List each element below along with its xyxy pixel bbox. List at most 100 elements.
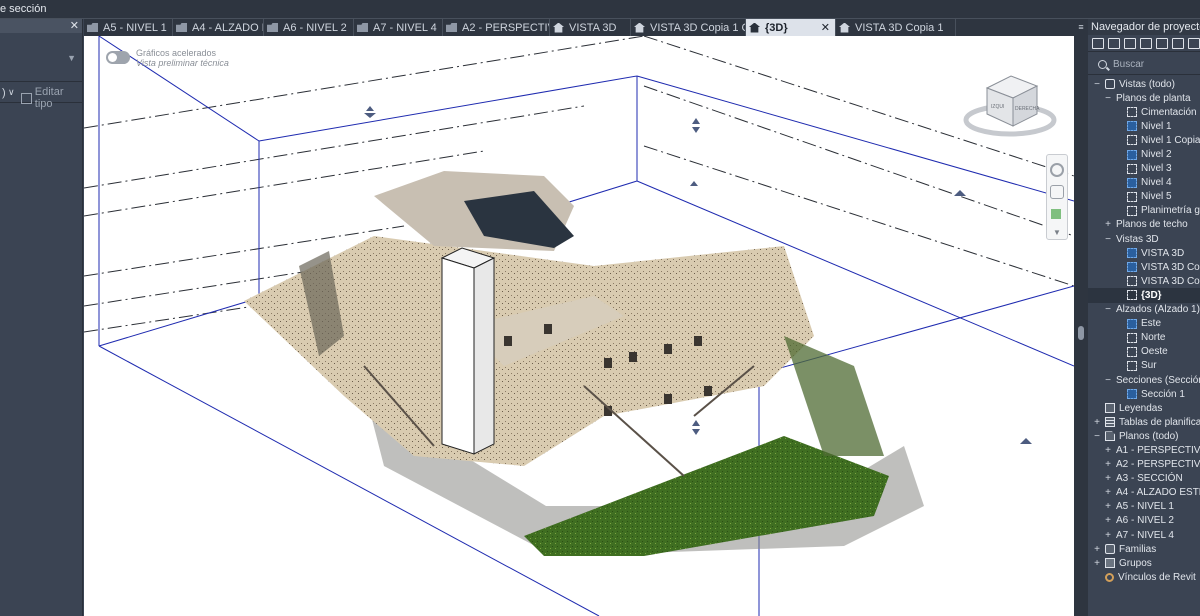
collapse-icon[interactable]: − [1104,375,1112,386]
collapse-icon[interactable]: − [1093,431,1101,442]
3d-viewport[interactable]: IZQUI DERECHA Gráficos acelerados Vista … [84,36,1074,616]
navigation-bar: ▼ [1046,154,1068,240]
tree-node[interactable]: Nivel 1 [1088,119,1200,133]
table-icon [1105,417,1115,428]
home-icon[interactable] [1092,37,1104,49]
tree-node[interactable]: + Grupos [1088,556,1200,570]
zoom-icon[interactable] [1051,209,1061,219]
tree-node[interactable]: + A5 - NIVEL 1 [1088,500,1200,514]
tree-node[interactable]: + A2 - PERSPECTIVA 2 [1088,458,1200,472]
pan-icon[interactable] [1050,185,1064,199]
tree-node[interactable]: VISTA 3D Copia [1088,260,1200,274]
tree-node[interactable]: + Familias [1088,542,1200,556]
tree-node[interactable]: + A3 - SECCIÓN [1088,472,1200,486]
tree-node[interactable]: Este [1088,317,1200,331]
3d-view-icon[interactable] [1108,37,1120,49]
revit-window: e sección ✕ ▼ ) ∨ Editar tipo A5 - NIVEL… [0,0,1200,616]
sheet-icon[interactable] [1124,37,1136,49]
expand-icon[interactable]: + [1093,417,1101,428]
tree-node[interactable]: Norte [1088,331,1200,345]
tree-node[interactable]: Sur [1088,359,1200,373]
tree-node[interactable]: Sección 1 [1088,387,1200,401]
tree-node[interactable]: − Vistas (todo) [1088,77,1200,91]
tree-node[interactable]: Leyendas [1088,401,1200,415]
collapse-icon[interactable]: − [1093,79,1101,90]
expand-icon[interactable]: + [1104,501,1112,512]
view-tab[interactable]: VISTA 3D [550,19,631,36]
edit-type-button[interactable]: Editar tipo [21,86,83,110]
accelerated-graphics-toggle[interactable]: Gráficos acelerados Vista preliminar téc… [106,48,229,68]
tree-node[interactable]: + A4 - ALZADO ESTE [1088,486,1200,500]
scrollbar-thumb[interactable] [1078,326,1084,340]
tree-node[interactable]: −Secciones (Sección 1) [1088,373,1200,387]
tree-node[interactable]: Planimetría gen [1088,204,1200,218]
tree-node[interactable]: Nivel 4 [1088,176,1200,190]
tree-node[interactable]: + A1 - PERSPECTIVA 1 [1088,443,1200,457]
expand-icon[interactable]: + [1104,219,1112,230]
view-tab[interactable]: A6 - NIVEL 2 [264,19,354,36]
tree-node[interactable]: Nivel 5 [1088,190,1200,204]
expand-icon[interactable]: + [1104,445,1112,456]
view-tab[interactable]: A4 - ALZADO ESTE [173,19,264,36]
tree-node[interactable]: {3D} [1088,288,1200,303]
tree-node[interactable]: + Tablas de planificación [1088,415,1200,429]
table-icon[interactable] [1140,37,1152,49]
tree-node[interactable]: − Vistas 3D [1088,232,1200,246]
expand-icon[interactable]: + [1104,487,1112,498]
expand-icon[interactable]: + [1093,544,1101,555]
tree-node[interactable]: − Planos de planta [1088,91,1200,105]
tree-node[interactable]: + A6 - NIVEL 2 [1088,514,1200,528]
tab-label: {3D} [765,21,788,34]
browser-search-input[interactable] [1113,59,1193,70]
tree-node[interactable]: VISTA 3D Copia [1088,274,1200,288]
tree-node[interactable]: + Planos de techo [1088,218,1200,232]
expand-icon[interactable]: + [1104,515,1112,526]
type-dropdown-arrow-icon[interactable]: ▼ [67,53,76,63]
view-tab[interactable]: A5 - NIVEL 1 [84,19,173,36]
tree-node[interactable]: Nivel 1 Copia 1 [1088,133,1200,147]
elevation-icon[interactable] [1156,37,1168,49]
tree-node-label: A1 - PERSPECTIVA 1 [1116,444,1200,456]
tree-node[interactable]: − Planos (todo) [1088,429,1200,443]
tree-node[interactable]: Cimentación [1088,105,1200,119]
drafting-icon[interactable] [1172,37,1184,49]
close-tab-icon[interactable]: ✕ [821,21,830,34]
view-tab[interactable]: A7 - NIVEL 4 [354,19,443,36]
expand-icon[interactable]: + [1104,530,1112,541]
tab-label: VISTA 3D Copia 1 [855,21,944,34]
tree-node[interactable]: Nivel 2 [1088,147,1200,161]
view-tab[interactable]: A2 - PERSPECTIVA 2 [443,19,550,36]
toggle-switch[interactable] [106,51,130,64]
tree-node[interactable]: VISTA 3D [1088,246,1200,260]
panel-icon[interactable] [1188,37,1200,49]
collapse-icon[interactable]: − [1104,304,1112,315]
close-icon[interactable]: ✕ [70,19,79,32]
chevron-down-icon[interactable]: ∨ [8,87,15,98]
viewport-scrollbar[interactable] [1074,36,1088,616]
collapse-icon[interactable]: − [1104,93,1112,104]
viewcube-icon[interactable]: IZQUI DERECHA [963,75,1057,137]
tree-node[interactable]: − Alzados (Alzado 1) [1088,303,1200,317]
tree-node-label: A5 - NIVEL 1 [1116,501,1174,513]
point-cloud-scene[interactable]: IZQUI DERECHA [84,36,1074,616]
expand-icon[interactable]: + [1104,473,1112,484]
tree-node[interactable]: Oeste [1088,345,1200,359]
view-tab[interactable]: VISTA 3D Copia 1 Copia 1 [631,19,746,36]
tab-label: VISTA 3D Copia 1 Copia 1 [650,21,745,34]
tab-overflow-icon[interactable]: ≡ [1074,19,1088,36]
tree-node-label: Nivel 2 [1141,149,1172,161]
viewcube-right-label: DERECHA [1015,106,1040,112]
tree-node-label: Nivel 4 [1141,177,1172,189]
tree-node-label: Planos (todo) [1119,430,1179,442]
steering-wheel-icon[interactable] [1050,163,1064,177]
expand-icon[interactable]: + [1104,459,1112,470]
tree-node[interactable]: Nivel 3 [1088,162,1200,176]
expand-icon[interactable]: + [1093,558,1101,569]
view-tab[interactable]: {3D} ✕ [746,19,836,36]
tree-node-label: A6 - NIVEL 2 [1116,515,1174,527]
collapse-icon[interactable]: − [1104,234,1112,245]
tree-node[interactable]: + A7 - NIVEL 4 [1088,528,1200,542]
navbar-menu-arrow-icon[interactable]: ▼ [1053,228,1061,237]
tree-node[interactable]: Vínculos de Revit [1088,570,1200,584]
view-tab[interactable]: VISTA 3D Copia 1 [836,19,956,36]
